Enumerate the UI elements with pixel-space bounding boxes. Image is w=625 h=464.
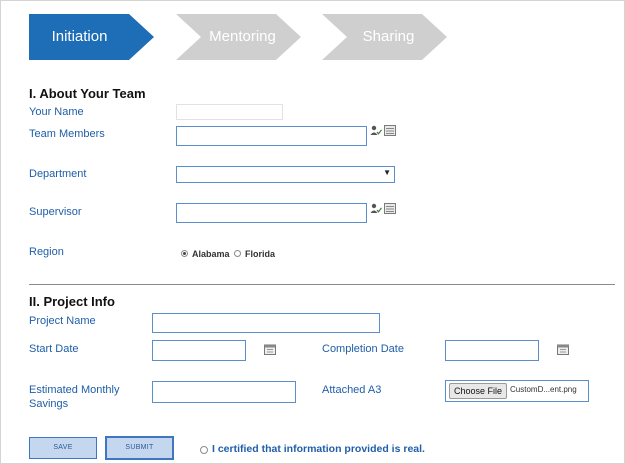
estimated-savings-label-line1: Estimated Monthly bbox=[29, 384, 120, 396]
region-label: Region bbox=[29, 246, 64, 258]
your-name-field[interactable] bbox=[176, 104, 283, 120]
file-upload-field: Choose File CustomD...ent.png bbox=[445, 380, 589, 402]
start-date-label: Start Date bbox=[29, 343, 79, 355]
choose-file-button[interactable]: Choose File bbox=[449, 383, 508, 399]
supervisor-input[interactable] bbox=[176, 203, 367, 223]
attached-a3-label: Attached A3 bbox=[322, 384, 382, 396]
region-option-label: Alabama bbox=[192, 249, 230, 259]
check-names-icon[interactable] bbox=[370, 125, 382, 136]
region-option-label: Florida bbox=[245, 249, 276, 259]
address-book-icon[interactable] bbox=[384, 125, 396, 136]
submit-button[interactable]: SUBMIT bbox=[105, 436, 174, 460]
wizard-step-label: Initiation bbox=[51, 28, 108, 45]
region-radio-florida[interactable] bbox=[234, 250, 241, 257]
supervisor-label: Supervisor bbox=[29, 206, 82, 218]
certify-label: I certified that information provided is… bbox=[212, 443, 425, 455]
save-button[interactable]: SAVE bbox=[29, 437, 97, 459]
start-date-input[interactable] bbox=[152, 340, 246, 361]
department-select[interactable]: ▼ bbox=[176, 166, 395, 183]
section-title-about-team: I. About Your Team bbox=[29, 86, 146, 101]
calendar-icon[interactable] bbox=[557, 344, 569, 355]
check-names-icon[interactable] bbox=[370, 203, 382, 214]
file-name: CustomD...ent.png bbox=[510, 385, 577, 394]
section-divider bbox=[29, 284, 615, 285]
estimated-savings-label-line2: Savings bbox=[29, 398, 69, 410]
department-label: Department bbox=[29, 168, 87, 180]
your-name-label: Your Name bbox=[29, 106, 84, 118]
project-name-label: Project Name bbox=[29, 315, 96, 327]
certify-radio[interactable] bbox=[200, 446, 208, 454]
region-radio-alabama[interactable] bbox=[181, 250, 188, 257]
completion-date-input[interactable] bbox=[445, 340, 539, 361]
project-name-input[interactable] bbox=[152, 313, 380, 333]
team-members-label: Team Members bbox=[29, 128, 105, 140]
wizard-step-label: Mentoring bbox=[209, 28, 276, 45]
team-members-input[interactable] bbox=[176, 126, 367, 146]
completion-date-label: Completion Date bbox=[322, 343, 404, 355]
calendar-icon[interactable] bbox=[264, 344, 276, 355]
dropdown-arrow-icon: ▼ bbox=[383, 168, 391, 177]
address-book-icon[interactable] bbox=[384, 203, 396, 214]
wizard-step-label: Sharing bbox=[362, 28, 415, 45]
section-title-project-info: II. Project Info bbox=[29, 294, 115, 309]
wizard-step-initiation[interactable]: Initiation bbox=[29, 14, 154, 60]
estimated-savings-input[interactable] bbox=[152, 381, 296, 403]
estimated-savings-label: Estimated Monthly Savings bbox=[29, 383, 119, 411]
